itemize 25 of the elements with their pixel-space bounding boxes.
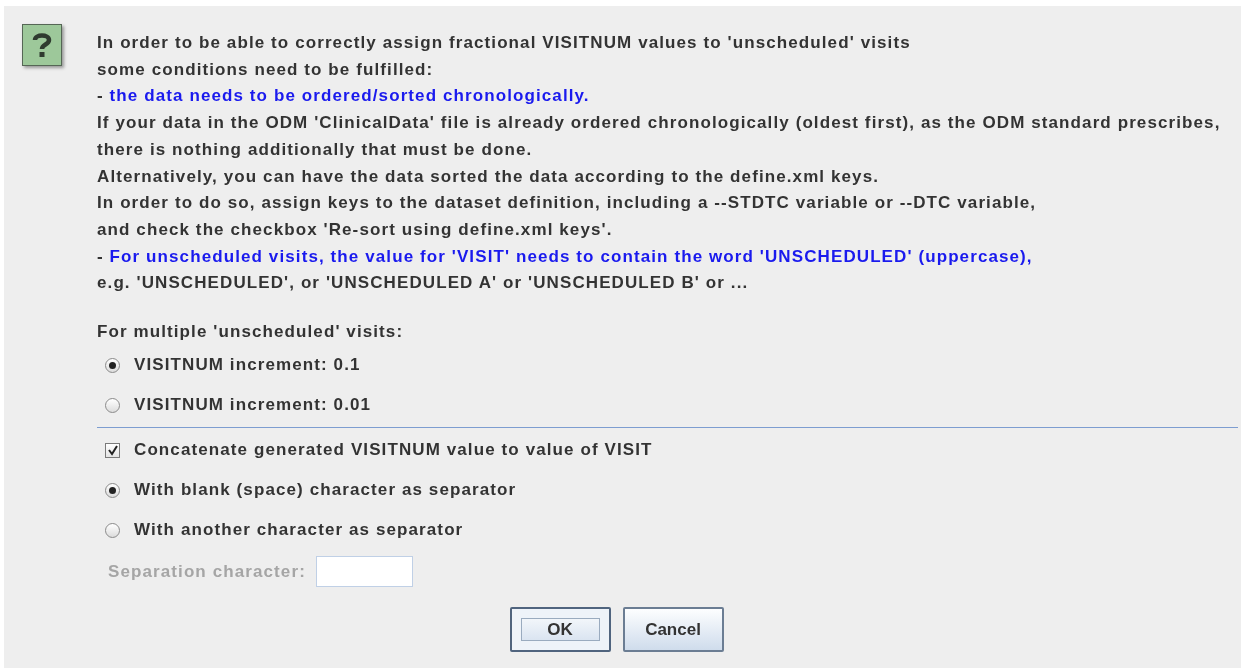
group-label: For multiple 'unscheduled' visits: bbox=[97, 321, 405, 344]
checkbox[interactable] bbox=[105, 442, 120, 458]
message-line: e.g. 'UNSCHEDULED', or 'UNSCHEDULED A' or 'UNSCHEDULED B' or ... bbox=[97, 272, 749, 295]
radio-option[interactable]: VISITNUM increment: 0.01 bbox=[97, 385, 372, 426]
dialog-button[interactable]: Cancel bbox=[622, 607, 724, 653]
radio-option[interactable]: VISITNUM increment: 0.1 bbox=[97, 345, 361, 386]
radio-option[interactable]: With blank (space) character as separator bbox=[97, 470, 517, 511]
message-line: - the data needs to be ordered/sorted chronologically. bbox=[97, 85, 590, 108]
radio-button[interactable] bbox=[105, 397, 120, 413]
message-line: Alternatively, you can have the data sorted the data according to the define.xml keys. bbox=[97, 165, 880, 188]
radio-option[interactable]: With another character as separator bbox=[97, 510, 464, 551]
message-line: - For unscheduled visits, the value for 'VISIT' needs to contain the word 'UNSCHEDULED' (uppercase), bbox=[97, 245, 1033, 268]
field-label: Separation character: bbox=[108, 561, 306, 582]
radio-button[interactable] bbox=[105, 357, 120, 373]
message-line: some conditions need to be fulfilled: bbox=[97, 58, 434, 81]
message-line: If your data in the ODM 'ClinicalData' file is already ordered chronologically (oldest first), as the ODM standard prescribes, bbox=[97, 112, 1221, 135]
message-line: In order to do so, assign keys to the dataset definition, including a --STDTC variable or --DTC variable, bbox=[97, 192, 1037, 215]
message-line: there is nothing additionally that must be done. bbox=[97, 138, 533, 161]
question-icon bbox=[22, 24, 62, 66]
checkbox-option[interactable]: Concatenate generated VISITNUM value to value of VISIT bbox=[97, 430, 653, 471]
message-line: In order to be able to correctly assign fractional VISITNUM values to 'unscheduled' visits bbox=[97, 32, 911, 54]
radio-button[interactable] bbox=[105, 522, 120, 538]
message-line: and check the checkbox 'Re-sort using define.xml keys'. bbox=[97, 218, 613, 241]
dialog-button[interactable]: OK bbox=[509, 607, 611, 653]
radio-button[interactable] bbox=[105, 482, 120, 498]
